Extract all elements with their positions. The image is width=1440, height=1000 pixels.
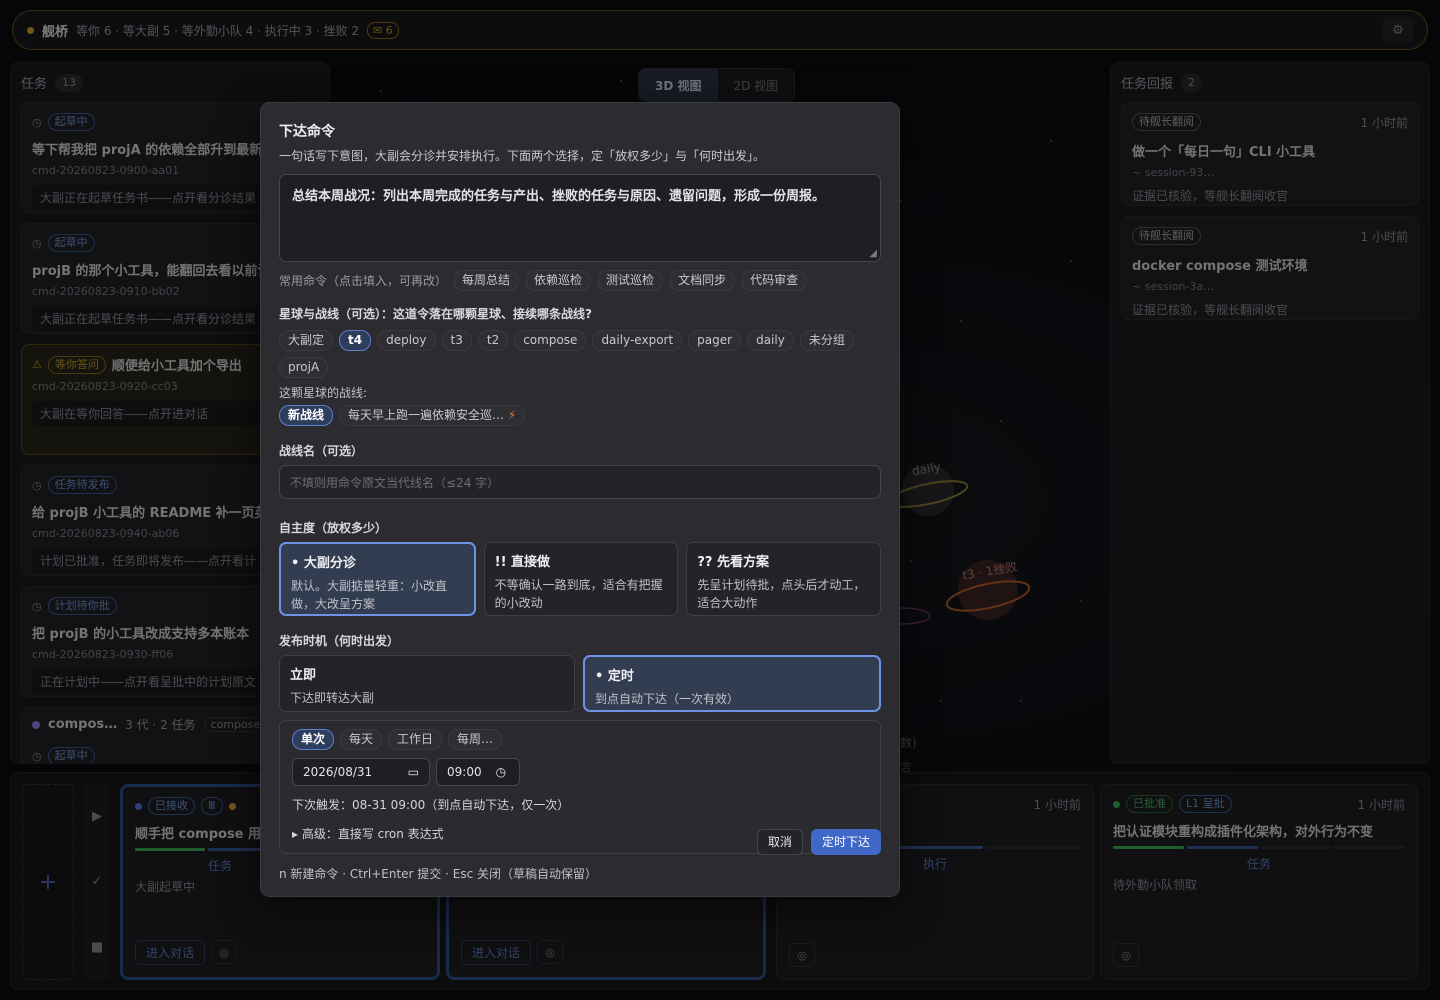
option-title: ?? 先看方案	[697, 555, 769, 570]
next-trigger-text: 下次触发：08-31 09:00（到点自动下达，仅一次）	[292, 798, 570, 812]
autonomy-option-triage[interactable]: • 大副分诊 默认。大副掂量轻重：小改直做，大改呈方案	[279, 542, 476, 616]
autonomy-option-direct[interactable]: !! 直接做 不等确认一路到底，适合有把握的小改动	[483, 542, 679, 616]
common-chip[interactable]: 代码审查	[741, 270, 808, 291]
submit-scheduled-button[interactable]: 定时下达	[810, 829, 881, 855]
cancel-button[interactable]: 取消	[756, 829, 803, 855]
new-front-chip[interactable]: 新战线	[279, 405, 334, 426]
timing-option-now[interactable]: 立即 下达即转达大副	[279, 655, 575, 712]
command-textarea[interactable]: 总结本周战况：列出本周完成的任务与产出、挫败的任务与原因、遗留问题，形成一份周报…	[279, 174, 881, 262]
keyboard-hint: n 新建命令 · Ctrl+Enter 提交 · Esc 关闭（草稿自动保留）	[279, 867, 597, 881]
option-title: • 定时	[595, 669, 634, 684]
front-name-placeholder: 不填则用命令原文当代线名（≤24 字）	[290, 475, 500, 490]
freq-once[interactable]: 单次	[292, 729, 335, 750]
command-dialog: 下达命令 一句话写下意图，大副会分诊并安排执行。下面两个选择，定「放权多少」与「…	[260, 102, 900, 897]
common-chip[interactable]: 依赖巡检	[525, 270, 592, 291]
freq-daily[interactable]: 每天	[340, 729, 383, 750]
planet-chip[interactable]: pager	[688, 330, 742, 351]
planet-chip[interactable]: daily-export	[592, 330, 683, 351]
timing-option-scheduled[interactable]: • 定时 到点自动下达（一次有效）	[583, 655, 881, 712]
planet-chip[interactable]: 大副定	[279, 330, 334, 351]
date-value: 2026/08/31	[303, 765, 373, 779]
planet-chips: 大副定 t4 deploy t3 t2 compose daily-export pager d…	[279, 330, 881, 378]
autonomy-option-plan-first[interactable]: ?? 先看方案 先呈计划待批，点头后才动工，适合大动作	[686, 542, 882, 616]
calendar-icon[interactable]: ▭	[408, 765, 419, 779]
front-chip-label: 每天早上跑一遍依赖安全巡…	[348, 408, 505, 422]
common-chip[interactable]: 每周总结	[453, 270, 520, 291]
freq-weekly[interactable]: 每周…	[448, 729, 503, 750]
planet-chip[interactable]: t4	[339, 330, 372, 351]
option-title: 立即	[290, 668, 317, 683]
option-desc: 先呈计划待批，点头后才动工，适合大动作	[697, 578, 866, 610]
option-title: !! 直接做	[494, 555, 551, 570]
common-chip[interactable]: 测试巡检	[597, 270, 664, 291]
time-input[interactable]: 09:00 ◷	[436, 758, 520, 786]
option-desc: 到点自动下达（一次有效）	[595, 692, 740, 706]
dialog-description: 一句话写下意图，大副会分诊并安排执行。下面两个选择，定「放权多少」与「何时出发」…	[279, 149, 766, 163]
common-chip[interactable]: 文档同步	[669, 270, 736, 291]
planet-chip[interactable]: t3	[441, 330, 472, 351]
common-commands-label: 常用命令（点击填入，可再改）	[279, 274, 448, 288]
option-title: • 大副分诊	[291, 556, 356, 571]
dialog-title: 下达命令	[279, 124, 335, 140]
front-name-label: 战线名（可选）	[279, 444, 364, 458]
option-desc: 下达即转达大副	[290, 691, 375, 705]
planet-chip[interactable]: t2	[477, 330, 509, 351]
planet-label: 星球与战线（可选）：这道令落在哪颗星球、接续哪条战线?	[279, 307, 592, 321]
option-desc: 不等确认一路到底，适合有把握的小改动	[494, 578, 663, 610]
planet-chip[interactable]: compose	[514, 330, 587, 351]
front-name-input[interactable]: 不填则用命令原文当代线名（≤24 字）	[279, 465, 881, 499]
resize-handle-icon[interactable]: ◢	[869, 248, 877, 259]
time-value: 09:00	[447, 765, 482, 779]
freq-workday[interactable]: 工作日	[388, 729, 443, 750]
planet-chip[interactable]: daily	[747, 330, 794, 351]
lightning-icon: ⚡	[507, 408, 517, 422]
option-desc: 默认。大副掂量轻重：小改直做，大改呈方案	[291, 579, 448, 611]
front-chip[interactable]: 每天早上跑一遍依赖安全巡… ⚡	[339, 405, 526, 426]
autonomy-label: 自主度（放权多少）	[279, 521, 388, 535]
planet-chip[interactable]: 未分组	[799, 330, 854, 351]
timing-label: 发布时机（何时出发）	[279, 634, 400, 648]
clock-icon[interactable]: ◷	[496, 765, 506, 779]
planet-chip[interactable]: deploy	[377, 330, 436, 351]
command-text: 总结本周战况：列出本周完成的任务与产出、挫败的任务与原因、遗留问题，形成一份周报…	[292, 189, 826, 204]
date-input[interactable]: 2026/08/31 ▭	[292, 758, 430, 786]
fronts-label: 这颗星球的战线:	[279, 386, 368, 400]
planet-chip[interactable]: projA	[279, 357, 329, 378]
